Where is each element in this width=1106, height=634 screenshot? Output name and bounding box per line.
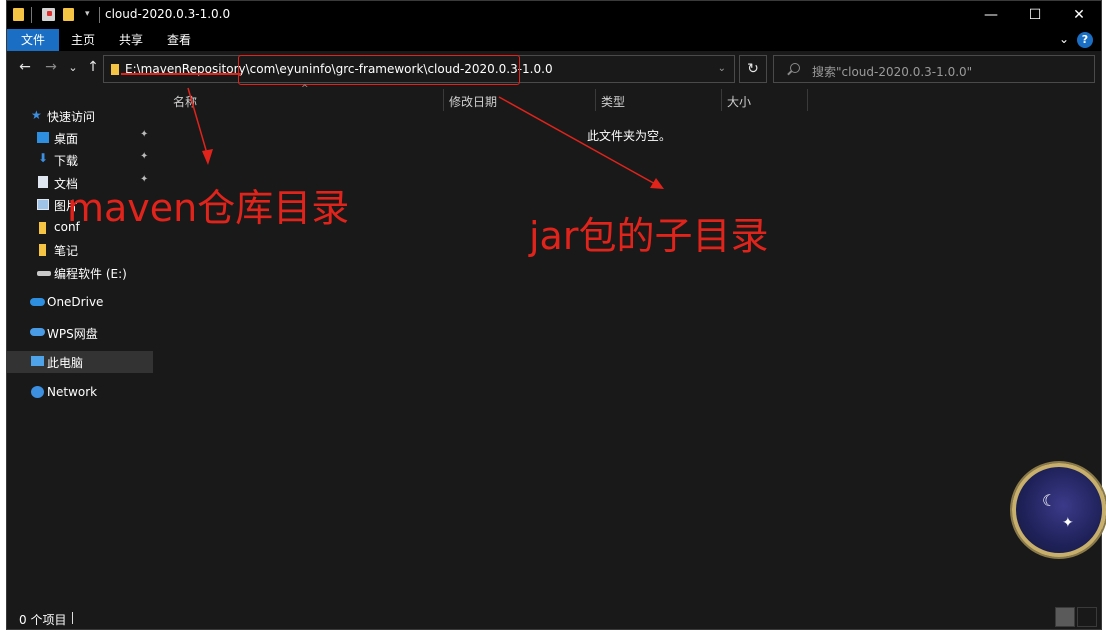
annotation-maven-repository: maven仓库目录 <box>67 186 350 230</box>
arrow-to-subdirectory <box>498 96 658 186</box>
arrow-head <box>650 178 664 189</box>
annotation-arrows <box>187 87 664 189</box>
arrow-to-repository <box>187 87 209 158</box>
sparkle-icon: ✦ <box>1062 515 1074 531</box>
arrow-head <box>202 149 213 165</box>
annotation-jar-subdirectory: jar包的子目录 <box>529 214 769 258</box>
file-explorer-window: ▾ cloud-2020.0.3-1.0.0 — ☐ ✕ 文件 主页 共享 查看… <box>6 0 1102 630</box>
moon-icon: ☾ <box>1042 491 1057 510</box>
floating-assistant-widget[interactable]: ☾ ✦ <box>1012 463 1106 557</box>
